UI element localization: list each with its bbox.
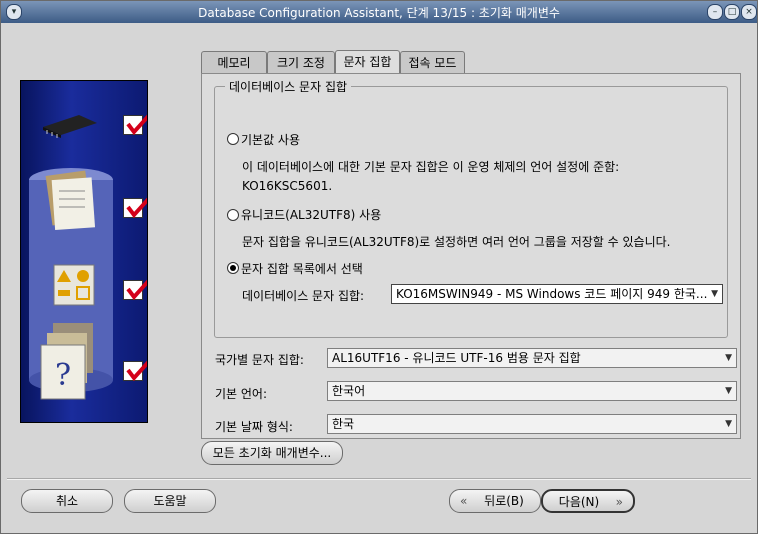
tab-connection-mode[interactable]: 접속 모드 [400, 51, 465, 74]
default-language-select[interactable]: 한국어 ▼ [327, 381, 737, 401]
radio-use-default[interactable] [227, 133, 239, 145]
tab-memory[interactable]: 메모리 [201, 51, 267, 74]
national-charset-label: 국가별 문자 집합: [215, 353, 304, 367]
default-date-format-value: 한국 [332, 417, 355, 431]
check-mark-icon [126, 197, 147, 219]
step-check-help [123, 360, 147, 382]
memory-chip-icon [43, 115, 97, 138]
tab-character-sets[interactable]: 문자 집합 [335, 50, 400, 75]
db-charset-label: 데이터베이스 문자 집합: [242, 289, 365, 303]
back-button-label: 뒤로(B) [484, 494, 524, 508]
character-set-panel: 데이터베이스 문자 집합 기본값 사용 이 데이터베이스에 대한 기본 문자 집… [201, 73, 741, 439]
radio-use-default-label[interactable]: 기본값 사용 [241, 131, 300, 148]
db-charset-value: KO16MSWIN949 - MS Windows 코드 페이지 949 한국.… [396, 287, 708, 301]
chevron-down-icon: ▼ [725, 386, 732, 396]
check-mark-icon [126, 114, 147, 136]
all-init-params-button[interactable]: 모든 초기화 매개변수... [201, 441, 343, 465]
tab-sizing[interactable]: 크기 조정 [267, 51, 335, 74]
db-charset-select[interactable]: KO16MSWIN949 - MS Windows 코드 페이지 949 한국.… [391, 284, 723, 304]
chevron-down-icon: ▼ [725, 419, 732, 429]
help-documents-icon: ? [40, 323, 93, 400]
help-button[interactable]: 도움말 [124, 489, 216, 513]
step-check-documents [123, 197, 147, 219]
default-date-format-select[interactable]: 한국 ▼ [327, 414, 737, 434]
cancel-button[interactable]: 취소 [21, 489, 113, 513]
database-charset-group: 데이터베이스 문자 집합 기본값 사용 이 데이터베이스에 대한 기본 문자 집… [214, 78, 728, 338]
next-button[interactable]: 다음(N) » [541, 489, 635, 513]
default-description: 이 데이터베이스에 대한 기본 문자 집합은 이 운영 체제의 언어 설정에 준… [242, 160, 620, 174]
radio-choose-from-list[interactable] [227, 262, 239, 274]
footer-separator [7, 478, 751, 480]
step-illustration: ? [20, 80, 148, 423]
check-mark-icon [126, 360, 147, 382]
national-charset-select[interactable]: AL16UTF16 - 유니코드 UTF-16 범용 문자 집합 ▼ [327, 348, 737, 368]
national-charset-value: AL16UTF16 - 유니코드 UTF-16 범용 문자 집합 [332, 351, 581, 365]
dbca-window: ▾ Database Configuration Assistant, 단계 1… [0, 0, 758, 534]
minimize-icon[interactable]: – [707, 4, 723, 20]
step-check-shapes [123, 279, 147, 301]
title-bar[interactable]: ▾ Database Configuration Assistant, 단계 1… [1, 1, 757, 23]
window-title: Database Configuration Assistant, 단계 13/… [198, 6, 560, 20]
next-button-label: 다음(N) [558, 495, 600, 509]
step-check-memory [123, 114, 147, 136]
default-date-format-label: 기본 날짜 형식: [215, 420, 293, 434]
radio-choose-from-list-label[interactable]: 문자 집합 목록에서 선택 [241, 260, 363, 277]
chevron-down-icon: ▼ [711, 289, 718, 299]
radio-use-unicode-label[interactable]: 유니코드(AL32UTF8) 사용 [241, 206, 381, 223]
default-language-label: 기본 언어: [215, 387, 268, 401]
back-chevron-icon: « [460, 494, 468, 508]
maximize-icon[interactable]: □ [724, 4, 740, 20]
default-charset-value: KO16KSC5601. [242, 179, 333, 193]
shapes-icon [53, 264, 95, 306]
back-button[interactable]: « 뒤로(B) [449, 489, 541, 513]
chevron-down-icon: ▼ [725, 353, 732, 363]
unicode-description: 문자 집합을 유니코드(AL32UTF8)로 설정하면 여러 언어 그룹을 저장… [242, 235, 671, 249]
documents-icon [45, 170, 96, 231]
next-chevron-icon: » [615, 495, 623, 509]
close-icon[interactable]: × [741, 4, 757, 20]
default-language-value: 한국어 [332, 384, 366, 398]
radio-use-unicode[interactable] [227, 209, 239, 221]
svg-text:?: ? [55, 358, 71, 393]
group-title: 데이터베이스 문자 집합 [225, 78, 352, 95]
check-mark-icon [126, 279, 147, 301]
